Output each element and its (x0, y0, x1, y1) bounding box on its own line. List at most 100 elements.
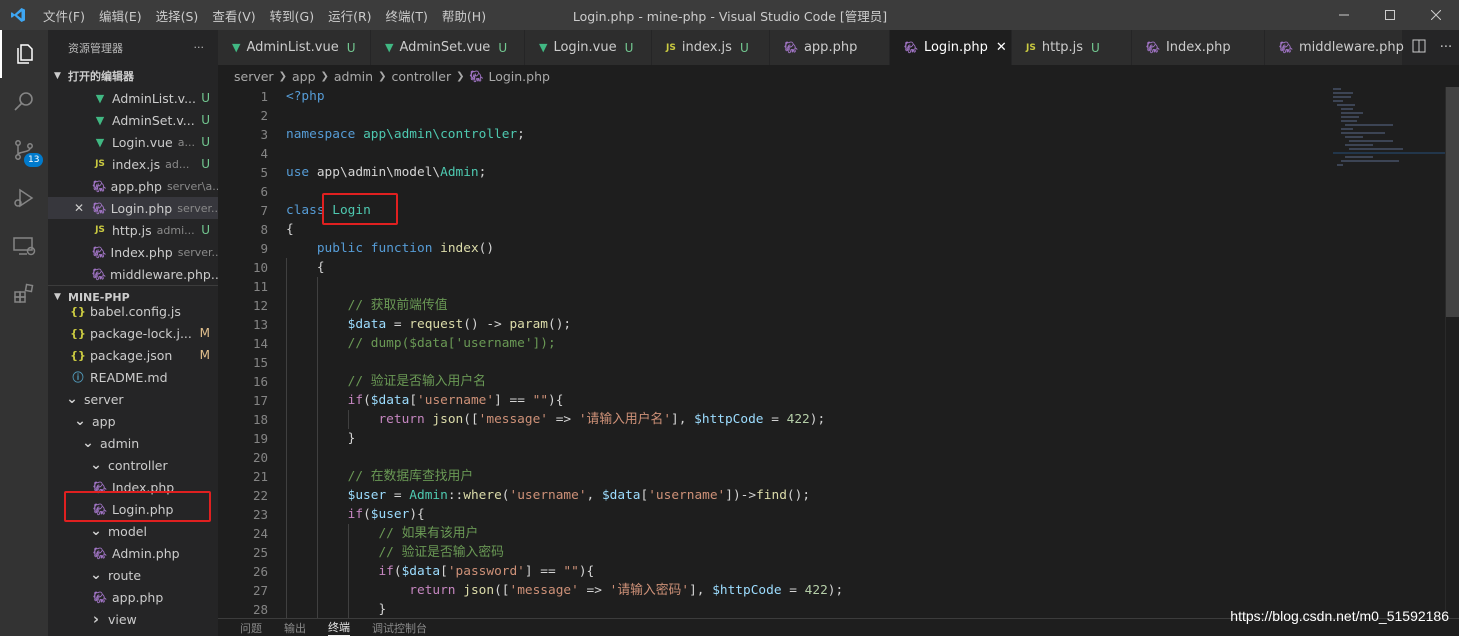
tree-item[interactable]: 🐘︎ Admin.php (48, 542, 218, 564)
tree-item[interactable]: {} package-lock.j... M (48, 322, 218, 344)
info-file-icon: ⓘ (72, 371, 84, 384)
open-editor-item[interactable]: ✕ 🐘︎ Login.php server... (48, 197, 218, 219)
menu-terminal[interactable]: 终端(T) (379, 6, 435, 25)
tab-label: AdminSet.vue (399, 40, 491, 55)
close-icon[interactable]: ✕ (74, 201, 84, 215)
menu-view[interactable]: 查看(V) (205, 6, 262, 25)
line-number: 19 (252, 431, 268, 446)
file-name: Login.vue (112, 134, 173, 150)
tree-item[interactable]: {} package.json M (48, 344, 218, 366)
code-line: public function index() (316, 241, 495, 256)
line-number: 20 (252, 450, 268, 465)
split-editor-icon[interactable] (1412, 39, 1426, 57)
code-line: <?php (286, 89, 325, 104)
tab-login-vue[interactable]: ▼ Login.vue U (525, 30, 652, 65)
remote-explorer-icon[interactable] (0, 222, 48, 270)
open-editor-item[interactable]: JS index.js ad... U (48, 153, 218, 175)
git-status-badge: U (201, 113, 210, 127)
files-icon[interactable] (0, 30, 48, 78)
run-debug-icon[interactable] (0, 174, 48, 222)
tab-index-js[interactable]: JS index.js U (652, 30, 770, 65)
tree-item[interactable]: ⌄ admin (48, 432, 218, 454)
breadcrumb-server[interactable]: server (234, 69, 274, 84)
line-number: 27 (252, 583, 268, 598)
panel-tab-output[interactable]: 输出 (284, 620, 306, 636)
tree-item[interactable]: ⓘ README.md (48, 366, 218, 388)
php-file-icon: 🐘︎ (92, 179, 107, 193)
panel-tab-terminal[interactable]: 终端 (328, 619, 350, 636)
tab-http-js[interactable]: JS http.js U (1012, 30, 1132, 65)
panel-tab-problems[interactable]: 问题 (240, 620, 262, 636)
explorer-title: 资源管理器 (68, 41, 123, 55)
tab-middleware-php[interactable]: 🐘︎ middleware.php (1265, 30, 1404, 65)
more-icon[interactable]: ··· (1440, 40, 1452, 55)
tab-app-php[interactable]: 🐘︎ app.php (770, 30, 890, 65)
php-file-icon: 🐘︎ (93, 546, 107, 560)
line-number: 24 (252, 526, 268, 541)
php-file-icon: 🐘︎ (1146, 41, 1160, 54)
tab-adminset-vue[interactable]: ▼ AdminSet.vue U (371, 30, 525, 65)
tab-adminlist-vue[interactable]: ▼ AdminList.vue U (218, 30, 371, 65)
open-editor-item[interactable]: 🐘︎ Index.php server... (48, 241, 218, 263)
breadcrumb-file[interactable]: Login.php (488, 69, 550, 84)
menu-selection[interactable]: 选择(S) (149, 6, 206, 25)
code-editor[interactable]: 1 2 3 4 5 6 7 8 9 10 11 12 13 14 15 16 17 18 19 20 21 22 23 24 2… (218, 87, 1459, 618)
menu-run[interactable]: 运行(R) (321, 6, 378, 25)
code-line: // 获取前端传值 (347, 298, 448, 313)
chevron-down-icon: ⌄ (74, 413, 86, 429)
git-status-badge: U (739, 40, 749, 55)
open-editor-item[interactable]: ▼ AdminList.v... U (48, 87, 218, 109)
tree-item-label: route (108, 567, 142, 583)
breadcrumb-controller[interactable]: controller (391, 69, 451, 84)
code-line: namespace app\admin\controller; (286, 127, 525, 142)
search-icon[interactable] (0, 78, 48, 126)
tree-item[interactable]: ⌄ server (48, 388, 218, 410)
open-editor-item[interactable]: JS http.js admi... U (48, 219, 218, 241)
tree-item[interactable]: ⌄ model (48, 520, 218, 542)
chevron-down-icon: ⌄ (82, 435, 94, 451)
tree-item[interactable]: ⌄ controller (48, 454, 218, 476)
scrollbar-thumb[interactable] (1446, 87, 1459, 317)
menu-edit[interactable]: 编辑(E) (92, 6, 149, 25)
source-control-icon[interactable]: 13 (0, 126, 48, 174)
tree-item[interactable]: ⌄ route (48, 564, 218, 586)
line-number: 25 (252, 545, 268, 560)
editor-scrollbar[interactable] (1445, 87, 1459, 618)
open-editor-item[interactable]: ▼ Login.vue a... U (48, 131, 218, 153)
panel-tab-debug-console[interactable]: 调试控制台 (372, 620, 427, 636)
minimap[interactable] (1333, 87, 1445, 187)
line-number: 1 (260, 89, 268, 104)
tree-item[interactable]: 🐘︎ app.php (48, 586, 218, 608)
tab-label: Index.php (1165, 40, 1231, 55)
chevron-down-icon: ⌄ (90, 457, 102, 473)
tab-label: app.php (803, 40, 858, 55)
close-window-button[interactable] (1413, 0, 1459, 30)
breadcrumb-admin[interactable]: admin (334, 69, 373, 84)
code-line: use app\admin\model\Admin; (286, 165, 487, 180)
highlight-box-login-file (64, 491, 211, 522)
tree-item[interactable]: ⌄ app (48, 410, 218, 432)
more-actions-button[interactable]: ··· (194, 41, 205, 54)
menu-go[interactable]: 转到(G) (263, 6, 321, 25)
tab-login-php[interactable]: 🐘︎ Login.php ✕ (890, 30, 1012, 65)
tab-index-php[interactable]: 🐘︎ Index.php (1132, 30, 1265, 65)
tab-actions: ··· (1405, 30, 1459, 65)
open-editors-header[interactable]: ▼ 打开的编辑器 (48, 65, 218, 87)
open-editor-item[interactable]: ▼ AdminSet.v... U (48, 109, 218, 131)
open-editor-item[interactable]: 🐘︎ app.php server\a... (48, 175, 218, 197)
breadcrumb-app[interactable]: app (292, 69, 316, 84)
menu-help[interactable]: 帮助(H) (435, 6, 493, 25)
tree-item[interactable]: › view (48, 608, 218, 630)
breadcrumb: server ❯ app ❯ admin ❯ controller ❯ 🐘︎ Login… (218, 65, 1459, 87)
open-editor-item[interactable]: 🐘︎ middleware.php... (48, 263, 218, 285)
window-controls (1321, 0, 1459, 30)
tree-item-label: controller (108, 457, 168, 473)
file-path-hint: server\a... (166, 179, 218, 193)
maximize-button[interactable] (1367, 0, 1413, 30)
close-tab-icon[interactable]: ✕ (996, 40, 1007, 55)
extensions-icon[interactable] (0, 270, 48, 318)
tree-item[interactable]: {} babel.config.js (48, 300, 218, 322)
minimize-button[interactable] (1321, 0, 1367, 30)
menu-file[interactable]: 文件(F) (36, 6, 92, 25)
